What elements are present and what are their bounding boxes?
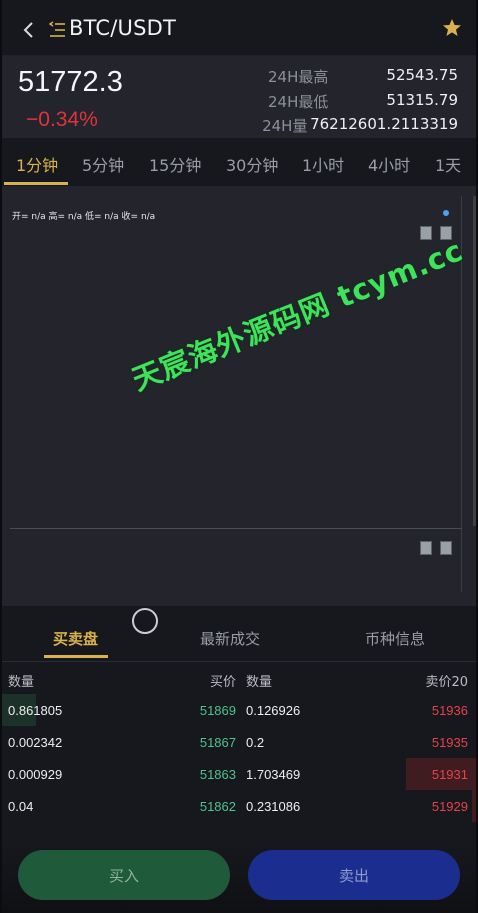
table-row[interactable]: 0.000929 51863 1.703469 51931 [2, 758, 476, 790]
timeframe-15m[interactable]: 15分钟 [149, 152, 201, 176]
ask-qty: 0.126926 [246, 703, 301, 718]
ticker-panel: 51772.3 −0.34% 24H最高 52543.75 24H最低 5131… [2, 56, 476, 138]
bid-qty: 0.002342 [8, 735, 63, 750]
ask-price: 51936 [431, 703, 468, 718]
menu-list-icon[interactable] [48, 21, 66, 39]
chart-scrollbar[interactable] [473, 196, 476, 526]
bid-price: 51863 [199, 767, 236, 782]
chart-pane-divider [10, 528, 462, 529]
price-change: −0.34% [26, 108, 98, 131]
stat-label: 24H最高 [268, 68, 329, 86]
live-indicator [443, 210, 449, 216]
col-ask-qty: 数量 [246, 675, 273, 690]
back-arrow-icon[interactable] [20, 20, 38, 40]
tab-order-book[interactable]: 买卖盘 [53, 628, 98, 649]
stat-value: 52543.75 [386, 66, 458, 84]
timeframe-1d[interactable]: 1天 [435, 152, 461, 176]
timeframe-5m[interactable]: 5分钟 [82, 152, 124, 176]
bid-qty: 0.861805 [8, 703, 63, 718]
stat-24h-low: 24H最低 51315.79 [268, 91, 458, 112]
table-row[interactable]: 0.861805 51869 0.126926 51936 [2, 694, 476, 726]
tab-coin-info[interactable]: 币种信息 [365, 628, 425, 649]
ask-qty: 0.2 [246, 735, 265, 750]
info-tabs: 买卖盘 最新成交 币种信息 [2, 606, 476, 662]
stat-24h-high: 24H最高 52543.75 [268, 66, 458, 87]
table-row[interactable]: 0.04 51862 0.231086 51929 [2, 790, 476, 822]
stat-label: 24H量 [262, 117, 308, 135]
touch-indicator [132, 608, 158, 634]
stat-label: 24H最低 [268, 93, 329, 111]
col-bid-price: 买价 [209, 675, 236, 690]
col-ask-price[interactable]: 卖价20 [425, 671, 468, 690]
order-book: 数量 买价 数量 卖价20 0.861805 51869 0.126926 51… [2, 662, 476, 842]
timeframe-active-indicator [4, 182, 68, 185]
timeframe-1m[interactable]: 1分钟 [16, 152, 58, 176]
timeframe-30m[interactable]: 30分钟 [226, 152, 278, 176]
tab-active-indicator [44, 655, 108, 658]
bid-price: 51862 [199, 799, 236, 814]
trade-actions: 买入 卖出 [2, 842, 476, 913]
pair-title[interactable]: BTC/USDT [69, 16, 176, 40]
stat-24h-volume: 24H量 76212601.2113319 [262, 115, 458, 136]
last-price: 51772.3 [18, 66, 123, 98]
ask-price: 51935 [431, 735, 468, 750]
ohlc-readout: 开= n/a 高= n/a 低= n/a 收= n/a [12, 212, 156, 222]
timeframe-1h[interactable]: 1小时 [302, 152, 344, 176]
favorite-star-icon[interactable] [442, 18, 462, 38]
table-row[interactable]: 0.002342 51867 0.2 51935 [2, 726, 476, 758]
volume-scale-down-icon[interactable] [440, 541, 452, 555]
tab-recent-trades[interactable]: 最新成交 [200, 628, 260, 649]
volume-scale-up-icon[interactable] [420, 541, 432, 555]
ask-qty: 0.231086 [246, 799, 301, 814]
buy-button[interactable]: 买入 [18, 850, 230, 900]
bid-price: 51867 [199, 735, 236, 750]
top-bar: BTC/USDT [2, 0, 476, 56]
sell-button[interactable]: 卖出 [248, 850, 460, 900]
stat-value: 51315.79 [386, 91, 458, 109]
timeframe-tabs: 1分钟 5分钟 15分钟 30分钟 1小时 4小时 1天 [2, 138, 476, 186]
ask-price: 51931 [431, 767, 468, 782]
col-bid-qty: 数量 [8, 675, 35, 690]
timeframe-4h[interactable]: 4小时 [368, 152, 410, 176]
ask-price: 51929 [431, 799, 468, 814]
bid-qty: 0.04 [8, 799, 34, 814]
ask-qty: 1.703469 [246, 767, 301, 782]
bid-price: 51869 [199, 703, 236, 718]
stat-value: 76212601.2113319 [310, 115, 458, 133]
bid-qty: 0.000929 [8, 767, 63, 782]
